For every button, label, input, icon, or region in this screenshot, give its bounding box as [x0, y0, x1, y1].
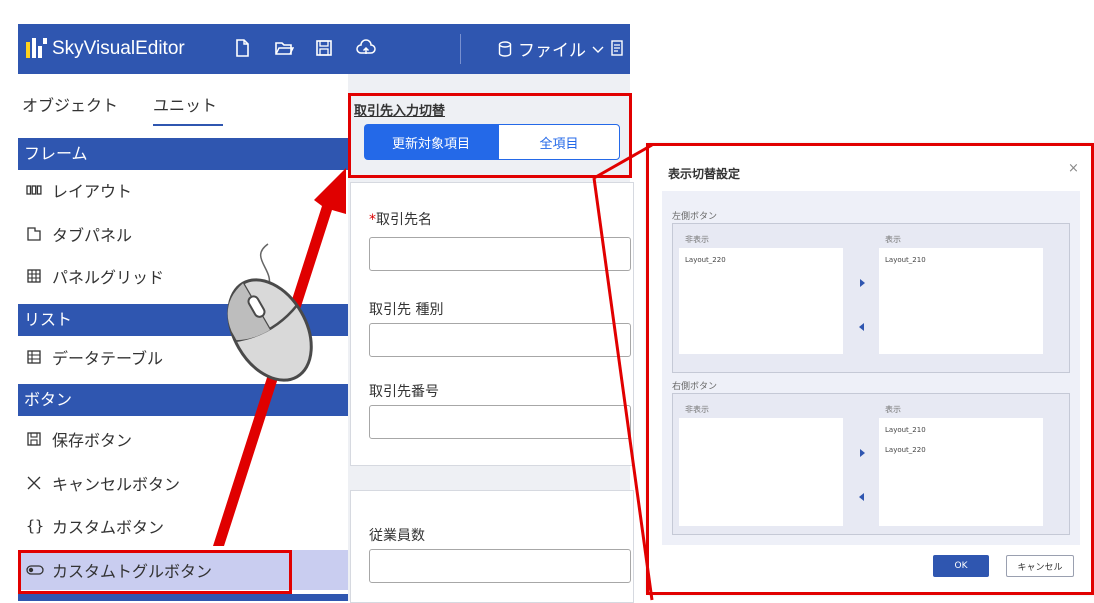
app-brand: SkyVisualEditor — [52, 38, 185, 59]
field-label-account-number: 取引先番号 — [369, 384, 439, 400]
toggle-button-highlight-box — [18, 550, 292, 594]
toggle-highlight-box — [348, 93, 632, 178]
employees-input[interactable] — [369, 549, 631, 583]
toolbar-divider — [460, 34, 461, 64]
database-icon — [498, 40, 512, 57]
field-label-account-type: 取引先 種別 — [369, 302, 444, 318]
section-header-partial — [18, 594, 348, 601]
palette-item-label: カスタムボタン — [52, 518, 165, 537]
close-icon — [18, 475, 52, 491]
form-card-2: 従業員数 — [350, 490, 634, 603]
palette-item-layout[interactable]: レイアウト — [18, 170, 348, 210]
field-label-employees: 従業員数 — [369, 528, 425, 544]
unit-palette: オブジェクト ユニット フレーム レイアウト タブパネル パネルグリッド リスト… — [18, 74, 348, 601]
save-icon — [18, 431, 52, 447]
section-button: ボタン — [18, 384, 348, 416]
chevron-down-icon — [592, 46, 604, 53]
document-icon — [611, 39, 623, 56]
dialog-highlight-box — [646, 143, 1094, 595]
app-toolbar: SkyVisualEditor ファイル — [18, 24, 630, 74]
grid-icon — [18, 268, 52, 284]
form-card-1: *取引先名 取引先 種別 取引先番号 — [350, 182, 634, 466]
palette-item-custom-button[interactable]: {} カスタムボタン — [18, 506, 348, 546]
app-logo — [26, 38, 47, 58]
palette-item-tab-panel[interactable]: タブパネル — [18, 214, 348, 254]
required-mark: * — [369, 212, 376, 228]
palette-item-label: パネルグリッド — [52, 268, 165, 287]
tab-object[interactable]: オブジェクト — [22, 92, 118, 116]
section-frame: フレーム — [18, 138, 348, 170]
palette-item-label: タブパネル — [52, 226, 133, 245]
braces-icon: {} — [26, 517, 45, 535]
save-icon[interactable] — [314, 38, 334, 58]
palette-item-label: レイアウト — [52, 182, 133, 201]
palette-item-save-button[interactable]: 保存ボタン — [18, 419, 348, 459]
file-menu[interactable]: ファイル — [498, 36, 624, 61]
palette-item-panel-grid[interactable]: パネルグリッド — [18, 256, 348, 296]
file-menu-label: ファイル — [518, 41, 586, 61]
palette-item-label: 保存ボタン — [52, 431, 133, 450]
account-name-input[interactable] — [369, 237, 631, 271]
tab-unit[interactable]: ユニット — [153, 92, 217, 116]
palette-item-data-table[interactable]: データテーブル — [18, 337, 348, 377]
account-number-input[interactable] — [369, 405, 631, 439]
cloud-upload-icon[interactable] — [356, 38, 376, 58]
palette-item-label: データテーブル — [52, 349, 164, 368]
palette-item-label: キャンセルボタン — [52, 475, 181, 494]
field-label-account-name: *取引先名 — [369, 212, 432, 228]
account-type-input[interactable] — [369, 323, 631, 357]
table-icon — [18, 349, 52, 365]
tab-panel-icon — [18, 226, 52, 242]
open-folder-icon[interactable] — [274, 38, 294, 58]
active-tab-indicator — [153, 124, 223, 126]
palette-item-cancel-button[interactable]: キャンセルボタン — [18, 463, 348, 503]
section-list: リスト — [18, 304, 348, 336]
new-file-icon[interactable] — [232, 38, 252, 58]
layout-columns-icon — [18, 183, 52, 197]
